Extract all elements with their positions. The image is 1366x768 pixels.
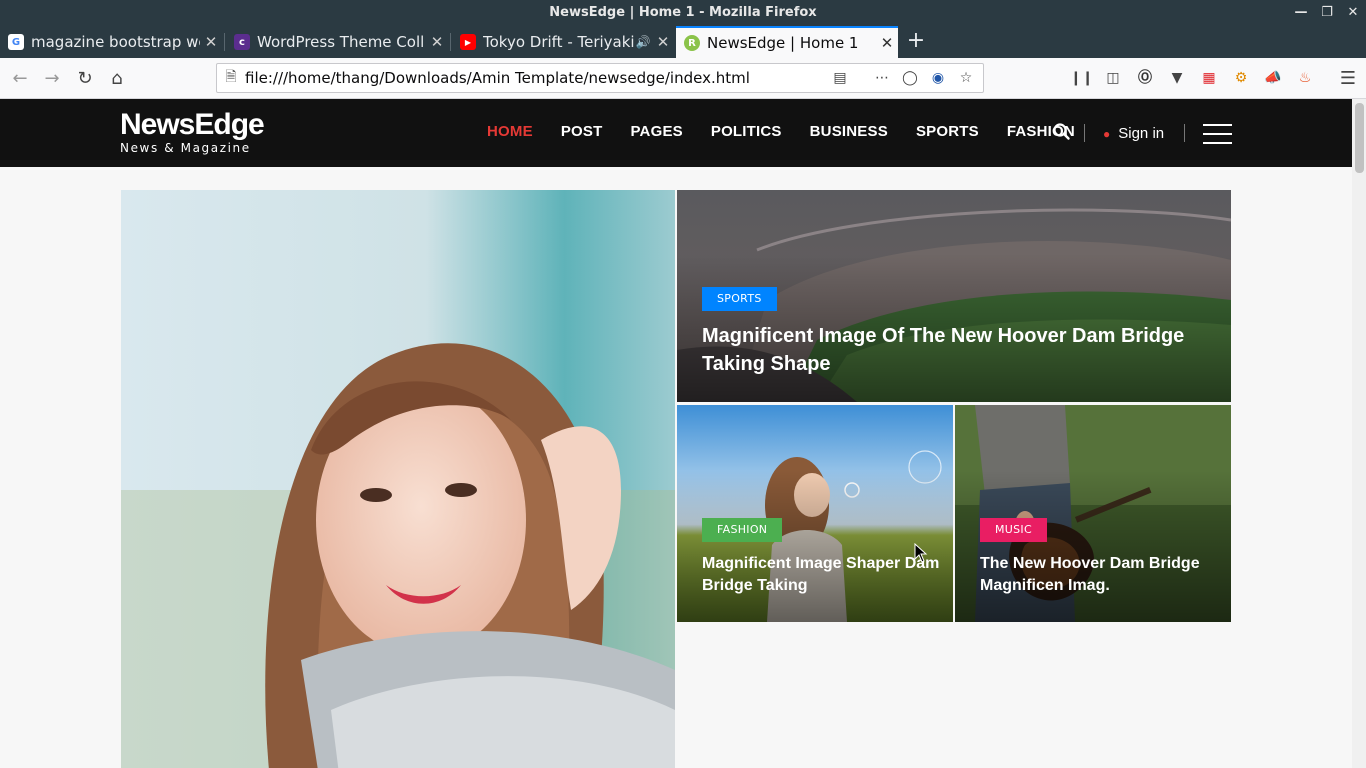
back-arrow-icon[interactable]: ← — [6, 65, 34, 93]
close-tab-icon[interactable]: ✕ — [200, 33, 222, 51]
close-icon[interactable]: ✕ — [1346, 0, 1360, 26]
tab-title: Tokyo Drift - Teriyaki — [483, 33, 634, 51]
sports-tile[interactable]: SPORTS Magnificent Image Of The New Hoov… — [677, 190, 1231, 402]
nav-business[interactable]: BUSINESS — [810, 123, 888, 140]
headline-line: Magnificent Image Shaper Dam — [702, 555, 940, 572]
tab-tokyo-drift[interactable]: ▶ Tokyo Drift - Teriyaki 🔊 ✕ — [452, 26, 674, 58]
page-actions-icon[interactable]: ⋯ — [873, 70, 891, 86]
nav-post[interactable]: POST — [561, 123, 603, 140]
url-bar[interactable]: 🗎 file:///home/thang/Downloads/Amin Temp… — [216, 63, 984, 93]
page-icon: 🗎 — [225, 69, 237, 85]
close-tab-icon[interactable]: ✕ — [426, 33, 448, 51]
close-tab-icon[interactable]: ✕ — [652, 33, 674, 51]
logo-main: NewsEdge — [120, 108, 265, 141]
headline-line: Magnificent Image Of The New Hoover Dam … — [702, 325, 1185, 347]
tab-wordpress-themes[interactable]: c WordPress Theme Coll ✕ — [226, 26, 448, 58]
sports-headline[interactable]: Magnificent Image Of The New Hoover Dam … — [702, 322, 1184, 378]
home-icon[interactable]: ⌂ — [103, 65, 131, 93]
megaphone-icon[interactable]: 📣 — [1262, 66, 1284, 90]
scrollbar-thumb[interactable] — [1355, 103, 1364, 173]
badge-label: SPORTS — [717, 292, 762, 305]
new-tab-icon[interactable]: + — [904, 26, 928, 58]
main-nav: HOME POST PAGES POLITICS BUSINESS SPORTS… — [473, 123, 1089, 140]
red-extension-icon[interactable]: ▦ — [1198, 66, 1220, 90]
forward-arrow-icon[interactable]: → — [38, 65, 66, 93]
newsedge-icon: R — [684, 35, 700, 51]
window-title: NewsEdge | Home 1 - Mozilla Firefox — [549, 5, 817, 20]
tab-separator — [224, 33, 225, 51]
extension-icon[interactable]: ◉ — [929, 70, 947, 86]
headline-line: Bridge Taking — [702, 577, 808, 594]
gear-extension-icon[interactable]: ⚙ — [1230, 66, 1252, 90]
offcanvas-menu-icon[interactable] — [1203, 124, 1232, 144]
download-icon[interactable]: ▼ — [1166, 66, 1188, 90]
headline-line: The New Hoover Dam Bridge — [980, 555, 1200, 572]
youtube-icon: ▶ — [460, 34, 476, 50]
headline-line: Magnificen Imag. — [980, 577, 1110, 594]
minimize-icon[interactable]: — — [1294, 0, 1308, 26]
signin-label: Sign in — [1118, 125, 1165, 142]
nav-home[interactable]: HOME — [487, 123, 533, 140]
url-text[interactable]: file:///home/thang/Downloads/Amin Templa… — [245, 69, 831, 87]
category-badge-fashion[interactable]: FASHION — [702, 518, 783, 542]
search-icon[interactable] — [1052, 121, 1072, 143]
window-titlebar: NewsEdge | Home 1 - Mozilla Firefox — ❐ … — [0, 0, 1366, 28]
close-tab-icon[interactable]: ✕ — [876, 34, 898, 52]
tab-newsedge[interactable]: R NewsEdge | Home 1 ✕ — [676, 26, 898, 58]
tab-magazine-bootstrap[interactable]: G magazine bootstrap we ✕ — [0, 26, 222, 58]
header-divider — [1084, 124, 1085, 142]
tab-separator — [450, 33, 451, 51]
headline-line: Taking Shape — [702, 353, 831, 375]
user-icon: ● — [1103, 126, 1111, 141]
google-icon: G — [8, 34, 24, 50]
toolbar-icons: ❙❙ ◫ Ⓞ ▼ ▦ ⚙ 📣 ♨ — [1070, 66, 1316, 90]
nav-pages[interactable]: PAGES — [630, 123, 682, 140]
page-viewport: NewsEdge News & Magazine HOME POST PAGES… — [0, 99, 1352, 768]
signin-link[interactable]: ● Sign in — [1103, 125, 1164, 142]
speaker-icon[interactable]: 🔊 — [634, 35, 652, 49]
fire-extension-icon[interactable]: ♨ — [1294, 66, 1316, 90]
music-headline[interactable]: The New Hoover Dam Bridge Magnificen Ima… — [980, 553, 1200, 597]
pocket-icon[interactable]: ◯ — [901, 70, 919, 86]
fashion-tile[interactable]: FASHION Magnificent Image Shaper Dam Bri… — [677, 405, 953, 622]
library-icon[interactable]: ❙❙ — [1070, 66, 1093, 90]
mouse-cursor-icon — [914, 543, 928, 563]
music-tile[interactable]: MUSIC The New Hoover Dam Bridge Magnific… — [955, 405, 1231, 622]
window-controls: — ❐ ✕ — [1294, 0, 1360, 26]
tab-title: NewsEdge | Home 1 — [707, 34, 859, 52]
colorlib-icon: c — [234, 34, 250, 50]
fashion-headline[interactable]: Magnificent Image Shaper Dam Bridge Taki… — [702, 553, 939, 597]
category-badge-music[interactable]: MUSIC — [980, 518, 1047, 542]
logo-sub: News & Magazine — [120, 141, 251, 155]
page-scrollbar[interactable] — [1352, 99, 1366, 768]
hamburger-menu-icon[interactable]: ☰ — [1334, 65, 1362, 93]
tab-title: WordPress Theme Coll — [257, 33, 425, 51]
reload-icon[interactable]: ↻ — [71, 65, 99, 93]
header-divider — [1184, 124, 1185, 142]
site-logo[interactable]: NewsEdge News & Magazine — [120, 108, 265, 156]
url-actions: ▤ ⋯ ◯ ◉ ☆ — [831, 70, 983, 86]
badge-label: MUSIC — [995, 523, 1032, 536]
bookmark-star-icon[interactable]: ☆ — [957, 70, 975, 86]
category-badge-sports[interactable]: SPORTS — [702, 287, 777, 311]
tab-strip: G magazine bootstrap we ✕ c WordPress Th… — [0, 26, 1366, 58]
tab-title: magazine bootstrap we — [31, 33, 200, 51]
translate-icon[interactable]: Ⓞ — [1134, 66, 1156, 90]
reader-view-icon[interactable]: ▤ — [831, 70, 849, 86]
sidebar-icon[interactable]: ◫ — [1102, 66, 1124, 90]
nav-politics[interactable]: POLITICS — [711, 123, 782, 140]
browser-toolbar: ← → ↻ ⌂ 🗎 file:///home/thang/Downloads/A… — [0, 58, 1366, 99]
nav-sports[interactable]: SPORTS — [916, 123, 979, 140]
maximize-icon[interactable]: ❐ — [1320, 0, 1334, 26]
portrait-image — [121, 190, 675, 768]
site-header: NewsEdge News & Magazine HOME POST PAGES… — [0, 99, 1352, 167]
featured-portrait-tile[interactable] — [121, 190, 675, 768]
badge-label: FASHION — [717, 523, 768, 536]
